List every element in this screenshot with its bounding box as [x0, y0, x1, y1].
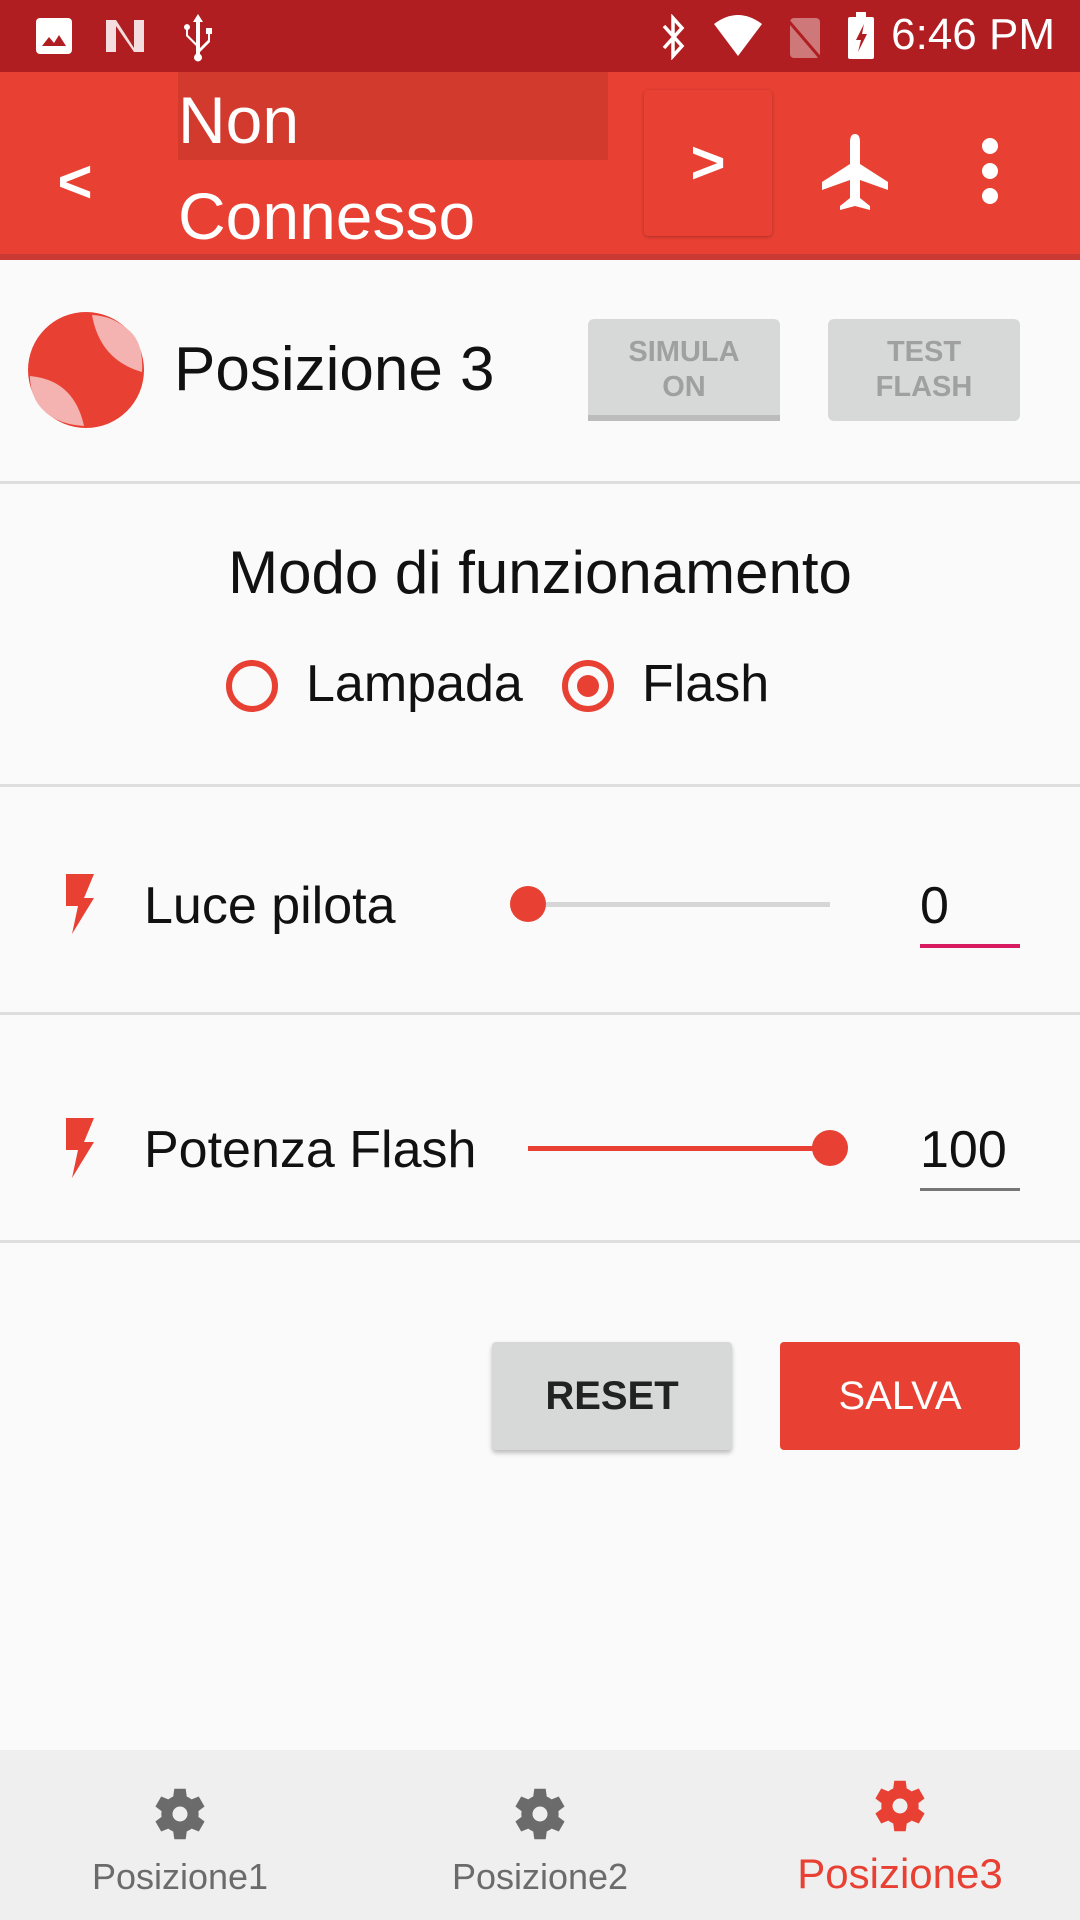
flash-bolt-icon	[66, 1118, 94, 1178]
flash-bolt-icon	[66, 874, 94, 934]
gear-icon	[515, 1788, 565, 1840]
radio-label-flash: Flash	[642, 655, 770, 713]
flash-power-label: Potenza Flash	[144, 1121, 477, 1179]
flash-power-value-input[interactable]: 100	[920, 1120, 1020, 1180]
divider	[0, 1240, 1080, 1243]
nav-label: Posizione2	[451, 1856, 629, 1897]
n-logo-icon	[106, 20, 144, 52]
gear-icon	[155, 1788, 205, 1840]
divider	[0, 784, 1080, 787]
simulation-on-button[interactable]: SIMULA ON	[588, 319, 780, 421]
nav-item-posizione1[interactable]: Posizione1	[0, 1750, 360, 1920]
airplane-button[interactable]	[800, 114, 910, 224]
slider-thumb[interactable]	[812, 1130, 848, 1166]
bottom-navigation: Posizione1 Posizione2 Posizione3	[0, 1750, 1080, 1920]
pilot-light-slider[interactable]	[510, 886, 830, 922]
connection-status-text: Non Connesso	[178, 83, 476, 253]
no-sim-icon	[784, 17, 824, 60]
slider-fill	[528, 1146, 830, 1151]
reset-button[interactable]: RESET	[492, 1342, 732, 1450]
status-time: 6:46 PM	[891, 10, 1055, 59]
usb-icon	[184, 14, 212, 62]
flash-power-slider[interactable]	[528, 1130, 848, 1166]
overflow-menu-button[interactable]	[955, 114, 1025, 224]
nav-item-posizione3[interactable]: Posizione3	[720, 1750, 1080, 1920]
nav-item-posizione2[interactable]: Posizione2	[360, 1750, 720, 1920]
connection-status-title[interactable]: Non Connesso	[178, 72, 608, 253]
divider	[0, 481, 1080, 484]
test-flash-label-line2: FLASH	[875, 371, 973, 403]
app-bar-shadow	[0, 254, 1080, 260]
simulation-label-line1: SIMULA	[628, 336, 740, 368]
divider	[0, 1012, 1080, 1015]
bluetooth-icon	[662, 14, 685, 60]
more-vert-icon	[982, 138, 998, 204]
position-title: Posizione 3	[174, 335, 495, 404]
value-underline-focused	[920, 944, 1020, 948]
pilot-light-label: Luce pilota	[144, 877, 396, 935]
status-bar: 6:46 PM	[0, 0, 1080, 72]
battery-charging-icon	[848, 12, 874, 59]
test-flash-label-line1: TEST	[886, 336, 962, 368]
nav-label: Posizione1	[91, 1856, 269, 1897]
mode-title: Modo di funzionamento	[228, 539, 852, 606]
next-button[interactable]: >	[644, 90, 772, 236]
test-flash-button[interactable]: TEST FLASH	[828, 319, 1020, 421]
airplane-icon	[822, 134, 888, 210]
save-button[interactable]: SALVA	[780, 1342, 1020, 1450]
radio-label-lampada: Lampada	[306, 655, 523, 713]
gear-icon	[875, 1780, 925, 1832]
pilot-light-value-input[interactable]: 0	[920, 876, 1020, 936]
value-underline	[920, 1188, 1020, 1191]
position-logo-icon	[28, 312, 144, 428]
radio-button-lampada[interactable]	[226, 660, 278, 712]
previous-button[interactable]: <	[40, 132, 110, 232]
nav-label: Posizione3	[797, 1850, 1003, 1897]
radio-button-flash[interactable]	[562, 660, 614, 712]
image-icon	[36, 18, 72, 54]
app-bar: < Non Connesso >	[0, 72, 1080, 254]
simulation-label-line2: ON	[662, 371, 706, 403]
slider-thumb[interactable]	[510, 886, 546, 922]
wifi-icon	[714, 15, 762, 56]
